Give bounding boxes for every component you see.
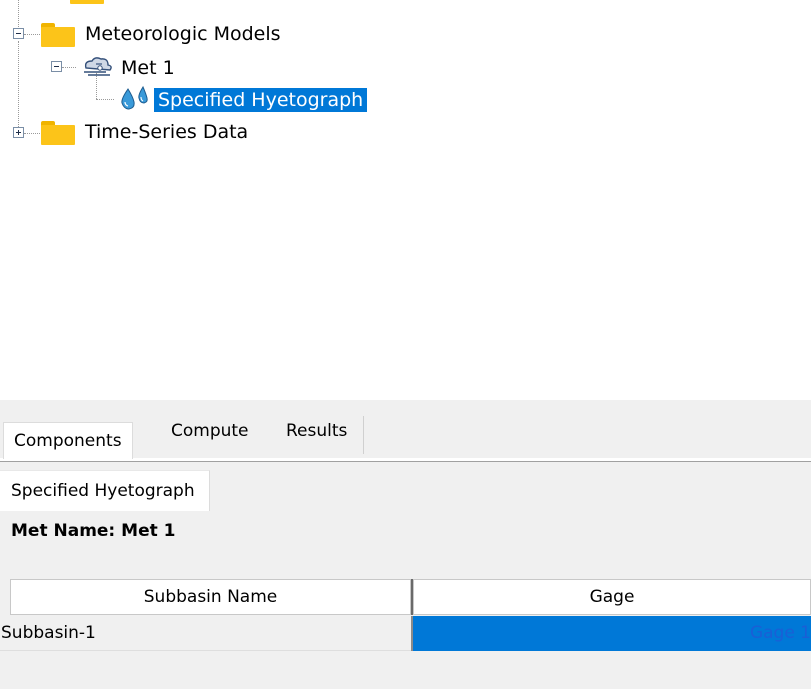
folder-icon [41, 121, 75, 145]
collapse-toggle-meteorologic-models[interactable] [13, 28, 24, 39]
tab-results[interactable]: Results [286, 421, 347, 441]
table-cell-gage-select[interactable]: Gage 1 [413, 616, 811, 651]
met-name-label: Met Name: [11, 521, 116, 541]
tree-connector-line [62, 67, 76, 68]
table-cell-subbasin-name[interactable]: Subbasin-1 [0, 616, 411, 651]
tab-compute[interactable]: Compute [171, 421, 249, 441]
expand-toggle-time-series-data[interactable] [13, 127, 24, 138]
component-editor-panel: Met Name: Met 1 Subbasin Name Gage Subba… [0, 512, 811, 689]
tab-components[interactable]: Components [3, 422, 133, 459]
collapse-toggle-met-1[interactable] [51, 61, 62, 72]
column-header-gage[interactable]: Gage [413, 579, 811, 615]
folder-icon [70, 0, 104, 4]
tree-item-met-1[interactable]: Met 1 [121, 56, 175, 80]
tab-specified-hyetograph[interactable]: Specified Hyetograph [0, 470, 210, 511]
met-name-value: Met 1 [121, 521, 176, 541]
watershed-explorer-tree: Meteorologic Models Met 1 Specified Hyet… [0, 0, 811, 400]
tree-connector-line [24, 133, 40, 134]
component-editor-tabs: Specified Hyetograph [0, 462, 811, 512]
tree-item-specified-hyetograph[interactable]: Specified Hyetograph [154, 88, 368, 112]
tree-connector-line [96, 99, 114, 100]
tree-item-meteorologic-models[interactable]: Meteorologic Models [85, 22, 281, 46]
met-model-icon [80, 55, 114, 79]
tab-divider [363, 416, 364, 454]
column-header-subbasin-name[interactable]: Subbasin Name [10, 579, 411, 615]
tree-item-time-series-data[interactable]: Time-Series Data [85, 120, 248, 144]
tree-connector-line [24, 34, 40, 35]
tree-connector-line [18, 41, 19, 133]
folder-icon [41, 23, 75, 47]
gage-assignment-table: Subbasin Name Gage Subbasin-1 Gage 1 [0, 579, 811, 651]
precipitation-drops-icon [116, 85, 154, 111]
met-name-row: Met Name: Met 1 [11, 512, 175, 550]
explorer-tab-bar: Components Compute Results [0, 400, 811, 459]
